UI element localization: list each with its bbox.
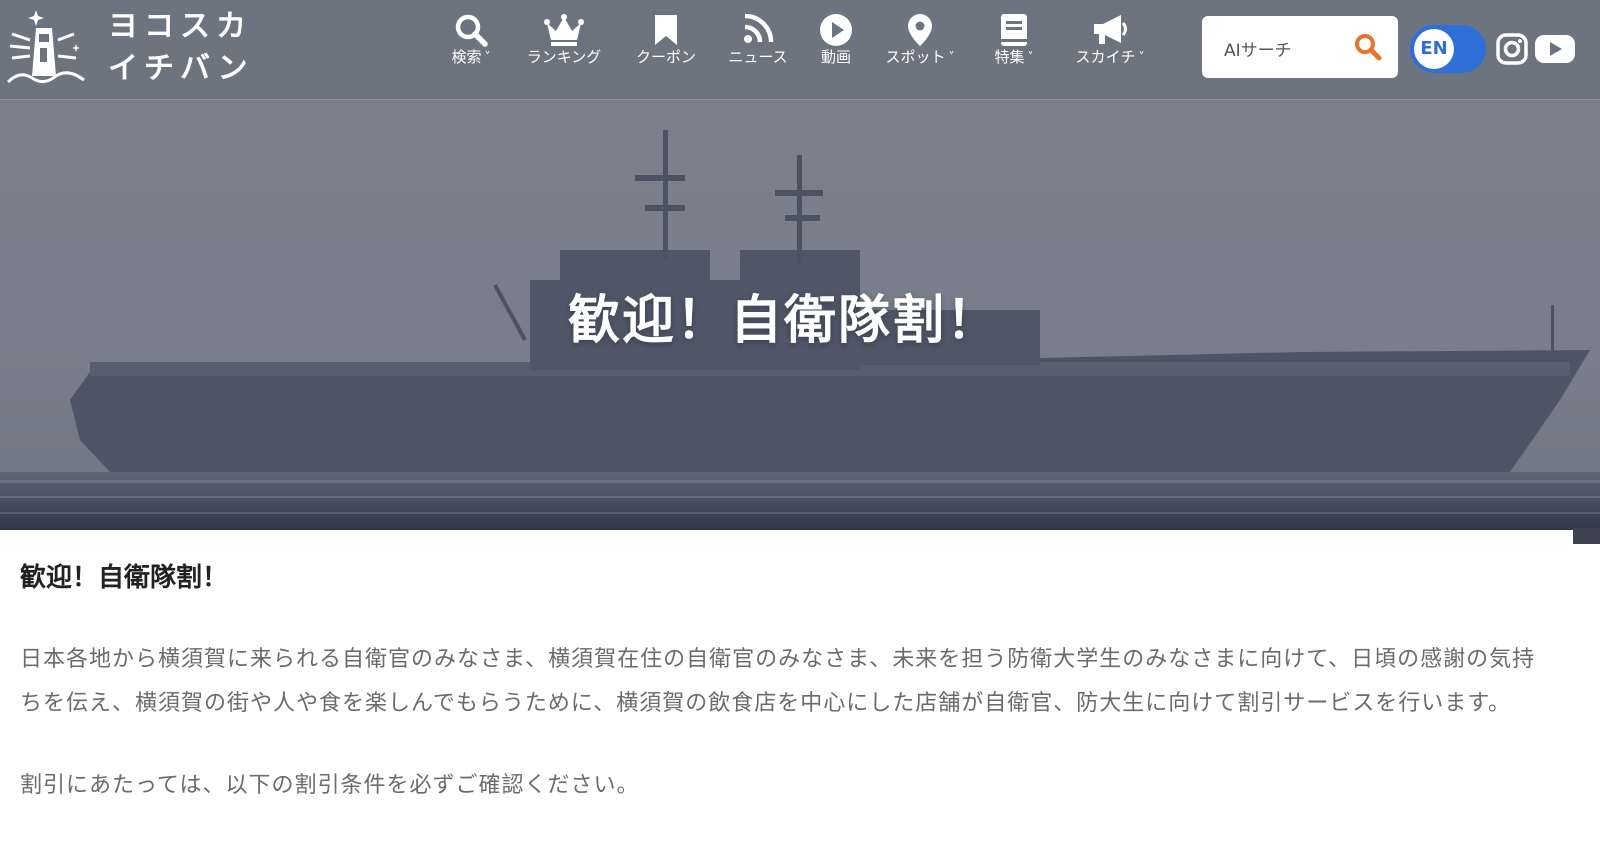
article-paragraph-conditions: 割引にあたっては、以下の割引条件を必ずご確認ください。: [20, 773, 640, 798]
bookmark-icon: [634, 10, 698, 48]
chevron-down-icon: ˅: [1138, 50, 1145, 64]
site-logo[interactable]: ヨコスカ イチバン: [6, 4, 256, 90]
nav-label-feature: 特集: [994, 48, 1025, 66]
hero-title: 歓迎！自衛隊割！: [567, 291, 1000, 351]
logo-line-1: ヨコスカ: [108, 9, 252, 44]
nav-label-news: ニュース: [728, 48, 788, 66]
hero-edge-shadow: [1573, 528, 1600, 544]
nav-label-spot: スポット: [885, 48, 946, 66]
chevron-down-icon: ˅: [1027, 50, 1034, 64]
lighthouse-icon: [6, 10, 85, 84]
nav-item-coupon[interactable]: クーポン: [634, 10, 698, 80]
youtube-icon[interactable]: [1534, 34, 1576, 68]
book-icon: [988, 10, 1040, 48]
nav-item-skyichi[interactable]: スカイチ ˅: [1068, 10, 1152, 80]
ai-search-input[interactable]: AIサーチ: [1202, 16, 1398, 78]
article-body: 歓迎！自衛隊割！ 日本各地から横須賀に来られる自衛官のみなさま、横須賀在住の自衛…: [20, 558, 1540, 808]
nav-label-ranking: ランキング: [526, 48, 602, 66]
site-header: ヨコスカ イチバン 検索 ˅ ランキング クーポン ニュース 動画 スポット ˅…: [0, 0, 1600, 100]
nav-item-search[interactable]: 検索 ˅: [446, 10, 496, 80]
search-button[interactable]: [1354, 33, 1382, 65]
nav-item-spot[interactable]: スポット ˅: [880, 10, 960, 80]
search-placeholder: AIサーチ: [1224, 41, 1292, 61]
instagram-icon[interactable]: [1496, 33, 1528, 69]
article-paragraph-intro: 日本各地から横須賀に来られる自衛官のみなさま、横須賀在住の自衛官のみなさま、未来…: [20, 647, 1536, 716]
logo-text: ヨコスカ イチバン: [108, 6, 258, 90]
nav-label-coupon: クーポン: [635, 48, 696, 66]
nav-item-ranking[interactable]: ランキング: [524, 10, 604, 80]
language-toggle-label: EN: [1414, 29, 1454, 69]
play-circle-icon: [816, 10, 856, 48]
megaphone-icon: [1068, 10, 1152, 48]
nav-label-video: 動画: [820, 48, 851, 66]
article-heading: 歓迎！自衛隊割！: [20, 563, 229, 593]
language-toggle[interactable]: EN: [1410, 25, 1486, 73]
chevron-down-icon: ˅: [484, 50, 491, 64]
rss-icon: [726, 10, 790, 48]
logo-line-2: イチバン: [108, 51, 254, 86]
chevron-down-icon: ˅: [948, 50, 955, 64]
map-pin-icon: [880, 10, 960, 48]
hero-banner: 歓迎！自衛隊割！: [0, 100, 1600, 530]
nav-label-skyichi: スカイチ: [1075, 48, 1136, 66]
nav-item-video[interactable]: 動画: [816, 10, 856, 80]
search-icon: [1355, 34, 1382, 61]
nav-item-feature[interactable]: 特集 ˅: [988, 10, 1040, 80]
search-icon: [446, 10, 496, 48]
crown-icon: [524, 10, 604, 48]
nav-label-search: 検索: [451, 48, 482, 66]
nav-item-news[interactable]: ニュース: [726, 10, 790, 80]
